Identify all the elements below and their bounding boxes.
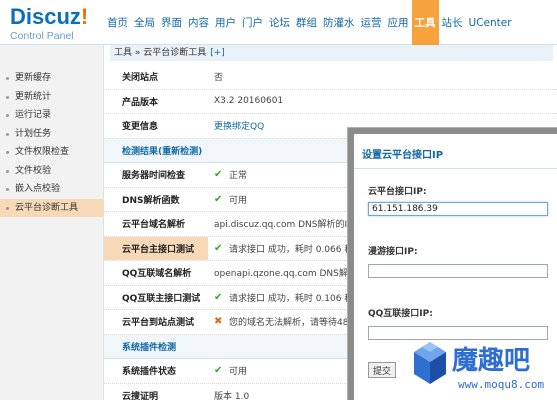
nav-content[interactable]: 内容 [185, 0, 212, 45]
check-icon: ✔ [214, 169, 223, 181]
check-icon: ✔ [214, 365, 223, 377]
row-label: 云平台到站点测试 [122, 318, 195, 329]
nav-plugin[interactable]: 应用 [385, 0, 412, 45]
cross-icon: ✖ [214, 316, 223, 328]
sidebar-item-update-cache[interactable]: 更新缓存 [0, 69, 103, 88]
section-title-plugins: 系统插件检测 [122, 342, 177, 353]
nav-tools[interactable]: 工具 [411, 0, 439, 45]
nav-user[interactable]: 用户 [212, 0, 239, 45]
sidebar-item-hook-check[interactable]: 嵌入点校验 [0, 180, 103, 199]
row-label: 变更信息 [122, 122, 159, 133]
qq-ip-label: QQ互联接口IP: [368, 309, 433, 319]
logo-subtitle: Control Panel [10, 30, 74, 42]
row-value: ✔ 请求接口 成功，耗时 0.106 秒 [214, 291, 354, 304]
sidebar-item-cron[interactable]: 计划任务 [0, 125, 103, 144]
row-value: ✔ 请求接口 成功，耗时 0.066 秒 [214, 242, 354, 255]
section-title-results[interactable]: 检测结果(重新检测) [104, 144, 202, 157]
breadcrumb: 工具 » 云平台诊断工具 [+] [104, 45, 557, 61]
dialog-divider [354, 168, 557, 169]
nav-forum[interactable]: 论坛 [266, 0, 293, 45]
logo-brand: Discuz! [10, 4, 89, 29]
row-value: ✔ 可用 [214, 365, 248, 378]
row-value: openapi.qzone.qq.com DNS解析 [214, 269, 357, 280]
submit-button[interactable]: 提交 [368, 362, 397, 378]
row-label: 关闭站点 [122, 73, 159, 84]
nav-portal[interactable]: 门户 [239, 0, 266, 45]
sidebar-item-file-check[interactable]: 文件校验 [0, 162, 103, 181]
table-row: 关闭站点 否 [104, 65, 557, 90]
watermark-text-url: www.moqu8.com [458, 378, 545, 391]
row-label: 系统插件状态 [122, 367, 177, 378]
row-label: DNS解析函数 [122, 195, 180, 206]
nav-founder[interactable]: 站长 [439, 0, 466, 45]
row-value: ✔ 可用 [214, 193, 248, 206]
top-nav: 首页 全局 界面 内容 用户 门户 论坛 群组 防灌水 运营 应用 工具 站长 … [104, 0, 515, 45]
logo[interactable]: Discuz! Control Panel [10, 4, 89, 43]
row-label: QQ互联主接口测试 [122, 293, 201, 304]
sidebar-item-update-stats[interactable]: 更新统计 [0, 88, 103, 107]
nav-ucenter[interactable]: UCenter [466, 0, 515, 45]
check-icon: ✔ [214, 193, 223, 205]
nav-safe[interactable]: 防灌水 [320, 0, 358, 45]
roam-ip-input[interactable] [368, 264, 548, 278]
nav-home[interactable]: 首页 [104, 0, 131, 45]
row-value: ✖ 您的域名无法解析，请等待48小 [214, 316, 358, 329]
row-label: 服务器时间检查 [122, 171, 186, 182]
header: Discuz! Control Panel 首页 全局 界面 内容 用户 门户 … [0, 0, 557, 45]
nav-global[interactable]: 全局 [131, 0, 158, 45]
watermark-logo: 魔趣吧 www.moqu8.com [408, 328, 557, 400]
cloud-ip-input[interactable] [368, 202, 548, 216]
breadcrumb-path: 工具 » 云平台诊断工具 [114, 48, 207, 58]
dialog-title: 设置云平台接口IP [362, 150, 444, 161]
table-row: 产品版本 X3.2 20160601 [104, 90, 557, 114]
change-qq-link[interactable]: 更换绑定QQ [214, 119, 264, 132]
watermark-text-cn: 魔趣吧 [452, 346, 531, 376]
cloud-ip-label: 云平台接口IP: [368, 187, 427, 197]
row-label: 云平台域名解析 [122, 220, 186, 231]
breadcrumb-expand-button[interactable]: [+] [210, 48, 225, 58]
row-label: 云搜证明 [122, 391, 159, 400]
row-label: QQ互联域名解析 [122, 269, 192, 280]
row-value: X3.2 20160601 [214, 96, 284, 107]
nav-group[interactable]: 群组 [293, 0, 320, 45]
sidebar-item-cloud-diag[interactable]: 云平台诊断工具 [0, 198, 103, 217]
check-icon: ✔ [214, 291, 223, 303]
breadcrumb-bar: 工具 » 云平台诊断工具 [+] [110, 45, 553, 61]
row-value: 版本 1.0 [214, 391, 250, 400]
row-value: api.discuz.qq.com DNS解析的IP [214, 220, 353, 231]
check-icon: ✔ [214, 242, 223, 254]
nav-extended[interactable]: 运营 [358, 0, 385, 45]
row-value: 否 [214, 73, 224, 84]
nav-style[interactable]: 界面 [158, 0, 185, 45]
row-label: 云平台主接口测试 [104, 236, 208, 260]
row-label: 产品版本 [122, 97, 159, 108]
sidebar-item-run-log[interactable]: 运行记录 [0, 106, 103, 125]
sidebar-item-file-perms[interactable]: 文件权限检查 [0, 143, 103, 162]
sidebar: 更新缓存 更新统计 运行记录 计划任务 文件权限检查 文件校验 嵌入点校验 云平… [0, 45, 104, 400]
row-value: ✔ 正常 [214, 169, 248, 182]
row-value: 更换绑定QQ [208, 119, 264, 132]
roam-ip-label: 漫游接口IP: [368, 247, 418, 257]
